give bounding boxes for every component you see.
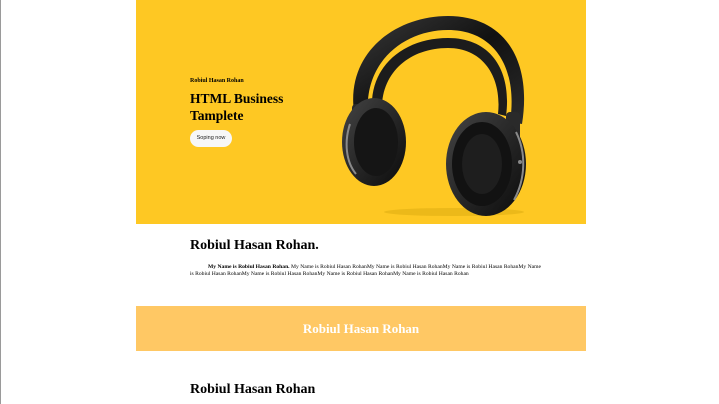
hero-banner: Robiul Hasan Rohan HTML Business Tamplet…	[136, 0, 586, 224]
window-left-border	[0, 0, 1, 404]
hero-title: HTML Business Tamplete	[190, 91, 284, 123]
about-heading: Robiul Hasan Rohan.	[190, 238, 319, 253]
band-text: Robiul Hasan Rohan	[302, 321, 420, 336]
about-paragraph: My Name is Robiul Hasan Rohan. My Name i…	[190, 264, 541, 278]
shop-now-button[interactable]: Soping now	[190, 130, 232, 147]
section2-heading: Robiul Hasan Rohan	[190, 382, 316, 397]
headphones-icon	[342, 16, 526, 216]
page-container: Robiul Hasan Rohan HTML Business Tamplet…	[136, 0, 586, 404]
about-lead-bold: My Name is Robiul Hasan Rohan.	[208, 264, 290, 270]
hero-small-label: Robiul Hasan Rohan	[190, 78, 244, 84]
highlight-band: Robiul Hasan Rohan	[136, 306, 586, 351]
